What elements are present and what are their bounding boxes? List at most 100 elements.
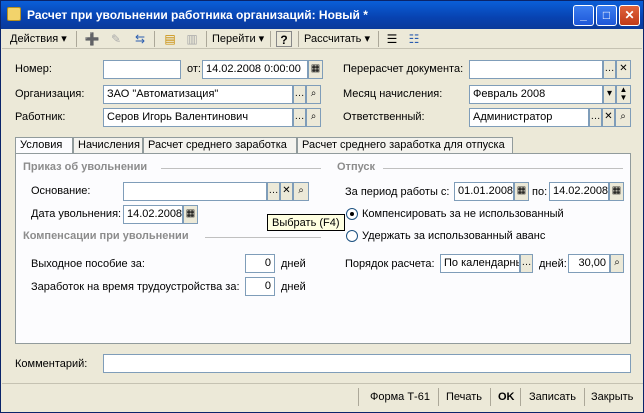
calculate-menu[interactable]: Рассчитать ▾ xyxy=(304,31,370,47)
toolbar-separator xyxy=(298,31,299,47)
toolbar-separator xyxy=(154,31,155,47)
month-field[interactable]: Февраль 2008 xyxy=(469,85,603,104)
calendar-icon[interactable]: ▦ xyxy=(183,205,198,224)
divider xyxy=(383,168,623,169)
clear-icon[interactable]: ✕ xyxy=(280,182,293,201)
period-from-label: За период работы с: xyxy=(345,186,450,198)
document-window: Расчет при увольнении работника организа… xyxy=(0,0,644,413)
footer-separator xyxy=(358,388,359,406)
comment-field[interactable] xyxy=(103,354,631,373)
number-label: Номер: xyxy=(15,63,52,75)
calendar-icon[interactable]: ▦ xyxy=(609,182,624,201)
open-search-icon[interactable]: ⌕ xyxy=(306,108,321,127)
toolbar-separator xyxy=(270,31,271,47)
select-button[interactable]: … xyxy=(520,254,533,273)
checklist-icon[interactable]: ☷ xyxy=(406,31,422,47)
select-button[interactable]: … xyxy=(589,108,602,127)
edit-icon[interactable]: ✎ xyxy=(108,31,124,47)
month-label: Месяц начисления: xyxy=(343,88,443,100)
clear-icon[interactable]: ✕ xyxy=(616,60,631,79)
footer-separator xyxy=(520,388,521,406)
toolbar-separator xyxy=(76,31,77,47)
dismissal-date-label: Дата увольнения: xyxy=(31,208,122,220)
employee-field[interactable]: Серов Игорь Валентинович xyxy=(103,108,293,127)
employee-label: Работник: xyxy=(15,111,66,123)
close-window-button[interactable]: ✕ xyxy=(619,5,640,26)
tooltip: Выбрать (F4) xyxy=(267,214,345,231)
title-bar[interactable]: Расчет при увольнении работника организа… xyxy=(1,1,643,29)
organization-label: Организация: xyxy=(15,88,85,100)
footer-separator xyxy=(490,388,491,406)
minimize-button[interactable]: _ xyxy=(573,5,594,26)
divider xyxy=(205,237,321,238)
help-button[interactable]: ? xyxy=(276,31,292,47)
open-search-icon[interactable]: ⌕ xyxy=(615,108,631,127)
radio-withhold[interactable] xyxy=(346,230,358,242)
jobsearch-unit: дней xyxy=(281,281,306,293)
open-search-icon[interactable]: ⌕ xyxy=(293,182,309,201)
close-button[interactable]: Закрыть xyxy=(591,388,633,406)
tab-accruals[interactable]: Начисления xyxy=(73,137,143,154)
spin-icon[interactable]: ▲ ▼ xyxy=(616,85,631,104)
period-from-field[interactable]: 01.01.2008 xyxy=(454,182,514,201)
radio-compensate[interactable] xyxy=(346,208,358,220)
basis-label: Основание: xyxy=(31,185,91,197)
goto-menu[interactable]: Перейти ▾ xyxy=(212,31,264,47)
recalc-label: Перерасчет документа: xyxy=(343,63,464,75)
responsible-label: Ответственный: xyxy=(343,111,425,123)
save-button[interactable]: Записать xyxy=(529,388,576,406)
number-field[interactable] xyxy=(103,60,181,79)
unpost-document-icon[interactable]: ▥ xyxy=(184,31,200,47)
toolbar-separator xyxy=(378,31,379,47)
calc-order-field[interactable]: По календарны xyxy=(440,254,520,273)
select-button[interactable]: … xyxy=(293,85,306,104)
document-icon xyxy=(7,7,21,21)
chevron-down-icon[interactable]: ▾ xyxy=(603,85,616,104)
add-icon[interactable]: ➕ xyxy=(84,31,100,47)
ok-button[interactable]: OK xyxy=(498,388,515,406)
dismissal-date-field[interactable]: 14.02.2008 xyxy=(123,205,183,224)
select-button[interactable]: … xyxy=(293,108,306,127)
structure-icon[interactable]: ☰ xyxy=(384,31,400,47)
section-compensation: Компенсации при увольнении xyxy=(23,230,189,242)
severance-label: Выходное пособие за: xyxy=(31,258,145,270)
calendar-icon[interactable]: ▦ xyxy=(308,60,323,79)
maximize-button[interactable]: □ xyxy=(596,5,617,26)
period-to-label: по: xyxy=(532,186,548,198)
open-search-icon[interactable]: ⌕ xyxy=(610,254,624,273)
post-document-icon[interactable]: ▤ xyxy=(162,31,178,47)
section-dismissal-order: Приказ об увольнении xyxy=(23,161,148,173)
comment-label: Комментарий: xyxy=(15,358,88,370)
actions-menu[interactable]: Действия ▾ xyxy=(10,31,67,47)
basis-field[interactable] xyxy=(123,182,267,201)
recalc-field[interactable] xyxy=(469,60,603,79)
form-t61-button[interactable]: Форма Т-61 xyxy=(370,388,430,406)
jobsearch-label: Заработок на время трудоустройства за: xyxy=(31,281,240,293)
organization-field[interactable]: ЗАО "Автоматизация" xyxy=(103,85,293,104)
footer-separator xyxy=(584,388,585,406)
refresh-icon[interactable]: ⇆ xyxy=(132,31,148,47)
window-title: Расчет при увольнении работника организа… xyxy=(27,8,368,22)
open-search-icon[interactable]: ⌕ xyxy=(306,85,321,104)
footer-separator xyxy=(438,388,439,406)
date-field[interactable]: 14.02.2008 0:00:00 xyxy=(202,60,308,79)
toolbar-separator xyxy=(206,31,207,47)
severance-days-field[interactable]: 0 xyxy=(245,254,275,273)
tab-average-earnings-vacation[interactable]: Расчет среднего заработка для отпуска xyxy=(297,137,513,154)
radio-withhold-label[interactable]: Удержать за использованный аванс xyxy=(362,230,545,242)
clear-icon[interactable]: ✕ xyxy=(602,108,615,127)
tab-average-earnings[interactable]: Расчет среднего заработка xyxy=(143,137,297,154)
divider xyxy=(161,168,321,169)
section-vacation: Отпуск xyxy=(337,161,376,173)
toolbar: Действия ▾ ➕ ✎ ⇆ ▤ ▥ Перейти ▾ ? Рассчит… xyxy=(2,29,642,49)
days-label: дней: xyxy=(539,258,567,270)
days-field[interactable]: 30,00 xyxy=(568,254,610,273)
radio-compensate-label[interactable]: Компенсировать за не использованный xyxy=(362,208,564,220)
print-button[interactable]: Печать xyxy=(446,388,482,406)
select-button[interactable]: … xyxy=(603,60,616,79)
jobsearch-days-field[interactable]: 0 xyxy=(245,277,275,296)
select-button[interactable]: … xyxy=(267,182,280,201)
period-to-field[interactable]: 14.02.2008 xyxy=(549,182,609,201)
responsible-field[interactable]: Администратор xyxy=(469,108,589,127)
calendar-icon[interactable]: ▦ xyxy=(514,182,529,201)
